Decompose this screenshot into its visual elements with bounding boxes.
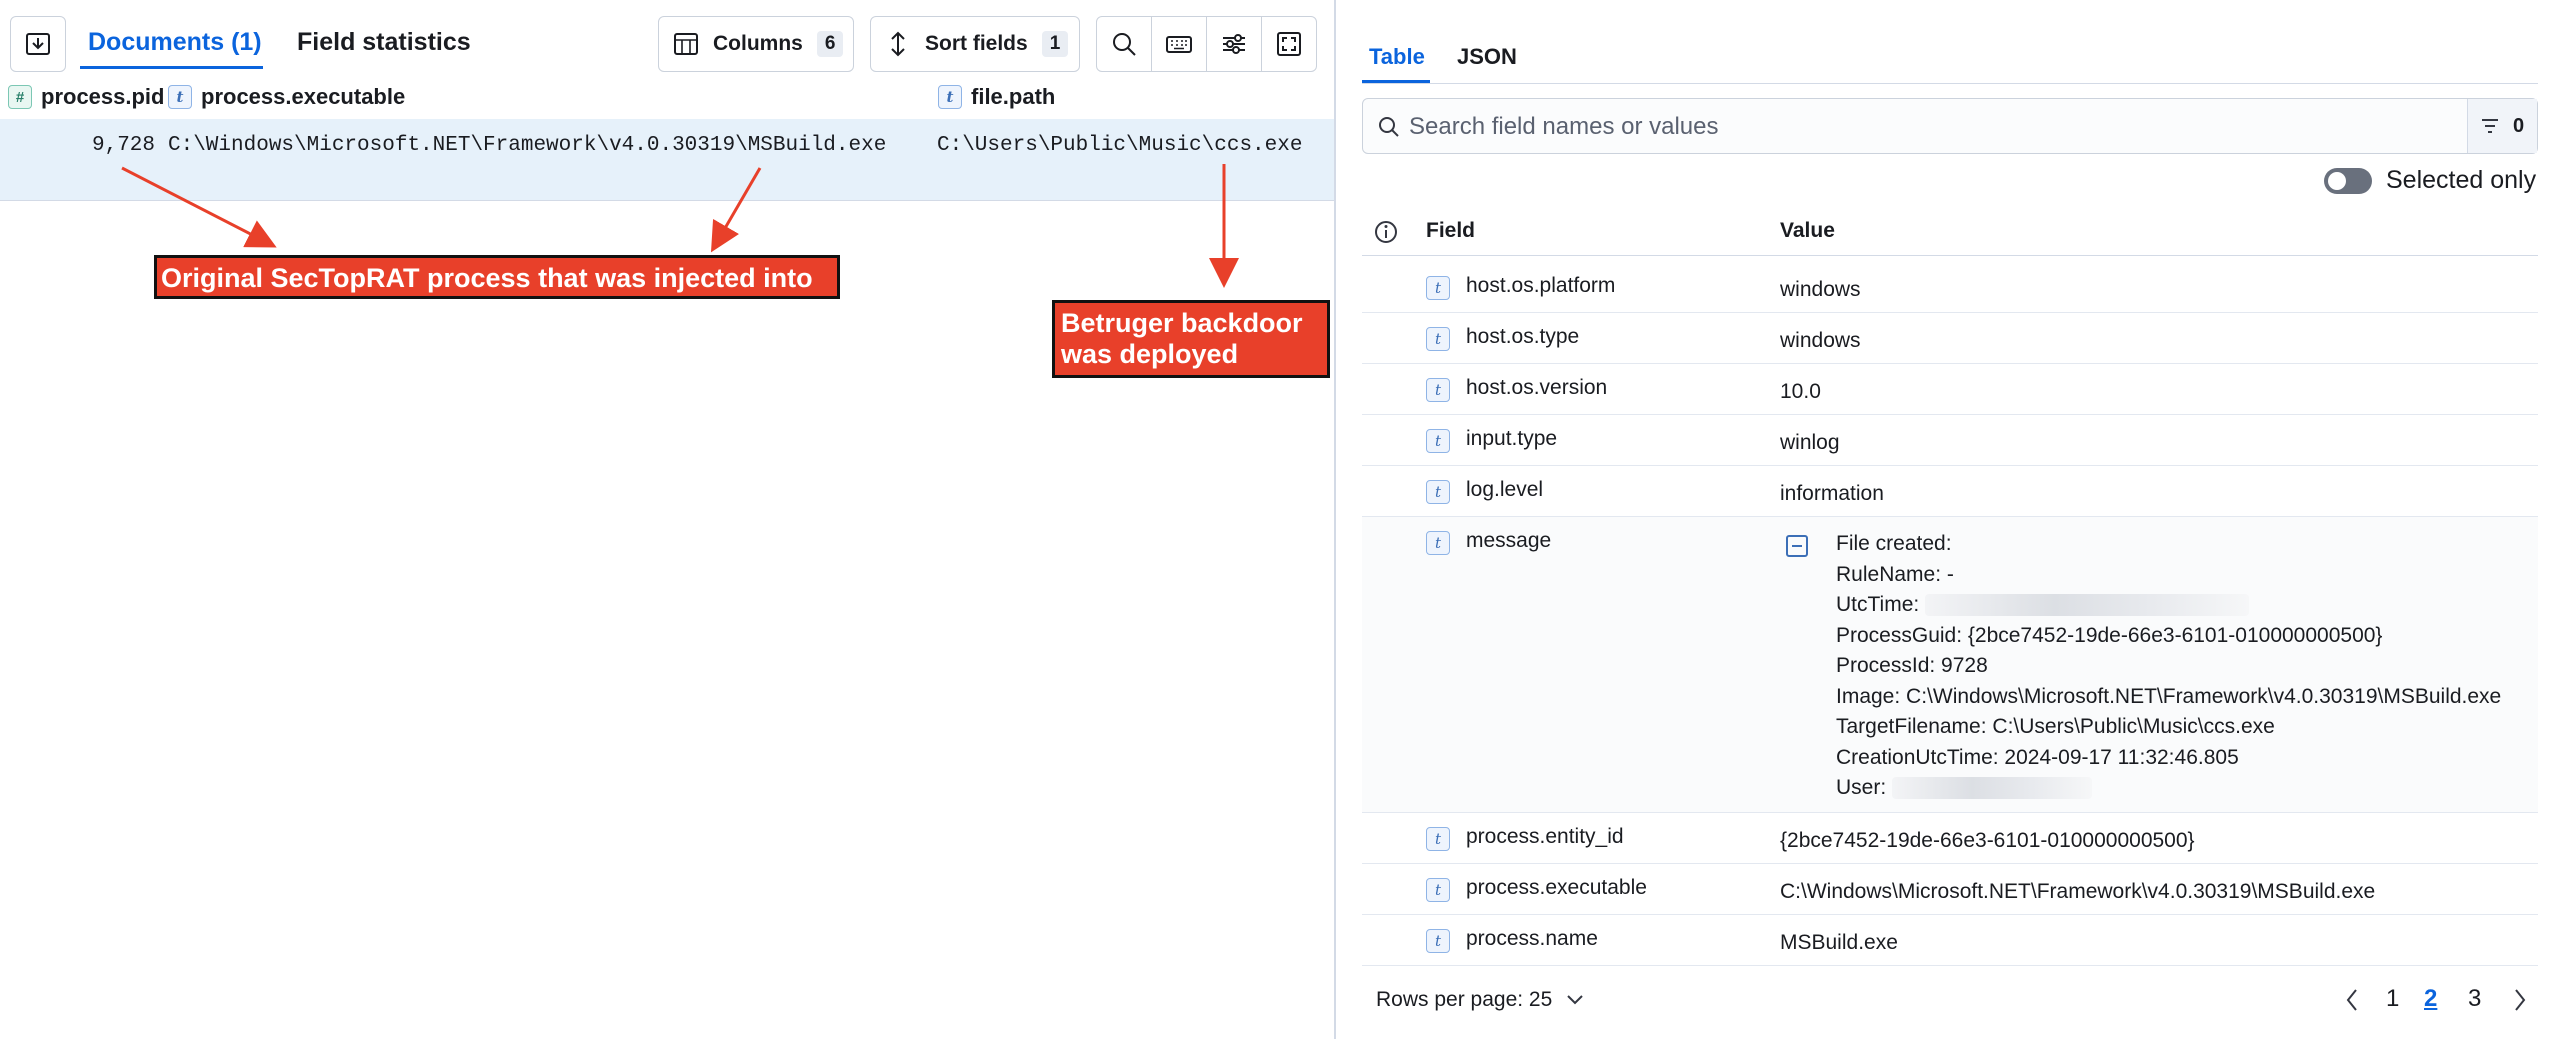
field-value: 10.0: [1780, 380, 1821, 403]
annotation-backdoor-deployed: Betruger backdoor was deployed: [1052, 300, 1330, 378]
filter-count: 0: [2512, 114, 2525, 137]
arrow-to-pid: [121, 166, 277, 248]
text-type-icon: t: [1426, 429, 1450, 453]
field-name: host.os.type: [1466, 325, 1580, 348]
message-line-utctime: UtcTime:: [1836, 590, 2501, 621]
selected-only-label: Selected only: [2386, 166, 2537, 194]
rows-per-page-selector[interactable]: Rows per page: 25: [1376, 988, 1584, 1012]
message-line: Image: C:\Windows\Microsoft.NET\Framewor…: [1836, 684, 2502, 708]
message-line: CreationUtcTime: 2024-09-17 11:32:46.805: [1836, 745, 2239, 769]
message-line: File created:: [1836, 532, 1952, 555]
table-row-message[interactable]: t message File created: RuleName: - UtcT…: [1362, 517, 2538, 813]
filter-icon: [2481, 119, 2498, 133]
field-value: {2bce7452-19de-66e3-6101-010000000500}: [1780, 829, 2195, 852]
search-field[interactable]: Search field names or values 0: [1362, 98, 2538, 154]
selected-only-toggle[interactable]: [2324, 168, 2372, 194]
message-line: ProcessGuid: {2bce7452-19de-66e3-6101-01…: [1836, 623, 2383, 647]
field-name: log.level: [1466, 478, 1544, 501]
filter-button[interactable]: 0: [2467, 99, 2537, 153]
table-row[interactable]: t log.level information: [1362, 466, 2538, 517]
collapse-icon[interactable]: [1786, 535, 1808, 557]
text-type-icon: t: [1426, 276, 1450, 300]
table-row[interactable]: t process.executable C:\Windows\Microsof…: [1362, 864, 2538, 915]
text-type-icon: t: [1426, 531, 1450, 555]
tab-table[interactable]: Table: [1369, 44, 1425, 70]
table-row[interactable]: t input.type winlog: [1362, 415, 2538, 466]
field-value: C:\Windows\Microsoft.NET\Framework\v4.0.…: [1780, 880, 2376, 903]
redacted-value: [1892, 777, 2093, 800]
info-icon[interactable]: [1373, 219, 1399, 245]
page-3[interactable]: 3: [2468, 985, 2481, 1013]
field-name: message: [1466, 529, 1552, 552]
text-type-icon: t: [1426, 327, 1450, 351]
field-value: MSBuild.exe: [1780, 931, 1898, 954]
table-row[interactable]: t process.entity_id {2bce7452-19de-66e3-…: [1362, 813, 2538, 864]
table-row[interactable]: t process.name MSBuild.exe: [1362, 915, 2538, 966]
text-type-icon: t: [1426, 480, 1450, 504]
field-name: process.name: [1466, 927, 1598, 950]
header-field: Field: [1426, 219, 1476, 242]
table-row[interactable]: t host.os.version 10.0: [1362, 364, 2538, 415]
field-name: process.entity_id: [1466, 825, 1624, 848]
page-2-current[interactable]: 2: [2424, 985, 2437, 1013]
table-row[interactable]: t host.os.type windows: [1362, 313, 2538, 364]
message-line-user: User:: [1836, 773, 2501, 804]
field-value: information: [1780, 482, 1884, 505]
toggle-knob: [2328, 172, 2346, 190]
message-line: TargetFilename: C:\Users\Public\Music\cc…: [1836, 715, 2275, 738]
search-icon: [1379, 117, 1399, 137]
search-input[interactable]: Search field names or values: [1409, 113, 1719, 141]
text-type-icon: t: [1426, 378, 1450, 402]
message-value: File created: RuleName: - UtcTime: Proce…: [1836, 529, 2501, 804]
tab-json[interactable]: JSON: [1457, 44, 1517, 70]
chevron-down-icon: [1567, 995, 1583, 1005]
field-name: input.type: [1466, 427, 1558, 450]
text-type-icon: t: [1426, 878, 1450, 902]
field-value: windows: [1780, 278, 1861, 301]
message-line: RuleName: -: [1836, 562, 1954, 586]
previous-page-icon[interactable]: [2344, 988, 2360, 1012]
documents-panel: Documents (1) Field statistics Columns 6…: [0, 0, 1334, 1039]
text-type-icon: t: [1426, 929, 1450, 953]
field-name: process.executable: [1466, 876, 1647, 899]
table-row[interactable]: t host.os.platform windows: [1362, 262, 2538, 313]
field-value: winlog: [1780, 431, 1840, 454]
page-1[interactable]: 1: [2386, 985, 2399, 1013]
field-name: host.os.platform: [1466, 274, 1616, 297]
header-divider: [1362, 255, 2538, 256]
text-type-icon: t: [1426, 827, 1450, 851]
field-value: windows: [1780, 329, 1861, 352]
next-page-icon[interactable]: [2512, 988, 2528, 1012]
redacted-value: [1925, 594, 2250, 617]
arrow-to-executable: [710, 167, 762, 253]
field-name: host.os.version: [1466, 376, 1608, 399]
rows-per-page-label: Rows per page: 25: [1376, 988, 1553, 1011]
tabs-baseline: [1362, 83, 2538, 84]
message-line: ProcessId: 9728: [1836, 654, 1988, 677]
header-value: Value: [1780, 219, 1835, 242]
annotation-injected-process: Original SecTopRAT process that was inje…: [154, 255, 840, 299]
